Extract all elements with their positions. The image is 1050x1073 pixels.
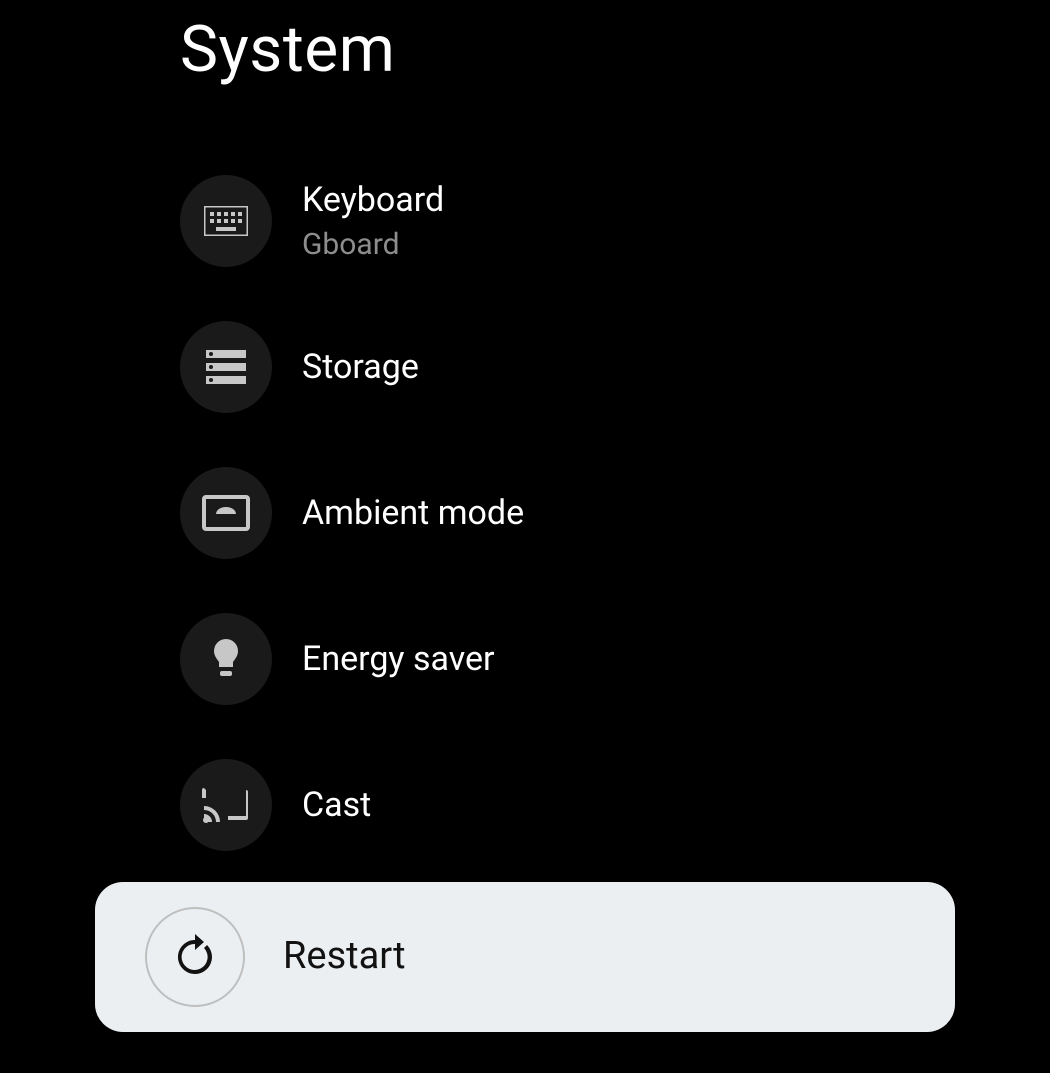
ambient-mode-icon xyxy=(180,467,272,559)
storage-icon xyxy=(180,321,272,413)
menu-item-label: Ambient mode xyxy=(302,493,524,534)
page-title: System xyxy=(180,12,1050,87)
menu-item-keyboard[interactable]: Keyboard Gboard xyxy=(180,175,1050,267)
menu-item-text: Storage xyxy=(302,347,419,388)
menu-list: Keyboard Gboard Storage xyxy=(180,175,1050,851)
keyboard-icon xyxy=(180,175,272,267)
menu-item-label: Energy saver xyxy=(302,639,495,680)
menu-item-text: Ambient mode xyxy=(302,493,524,534)
lightbulb-icon xyxy=(180,613,272,705)
menu-item-sublabel: Gboard xyxy=(302,227,444,262)
menu-item-label: Cast xyxy=(302,785,371,826)
menu-item-label: Keyboard xyxy=(302,180,444,221)
restart-icon xyxy=(145,907,245,1007)
menu-item-ambient-mode[interactable]: Ambient mode xyxy=(180,467,1050,559)
menu-item-label: Restart xyxy=(283,934,406,980)
menu-item-text: Restart xyxy=(283,934,406,980)
menu-item-text: Energy saver xyxy=(302,639,495,680)
cast-icon xyxy=(180,759,272,851)
menu-item-text: Cast xyxy=(302,785,371,826)
menu-item-restart[interactable]: Restart xyxy=(95,882,955,1032)
menu-item-storage[interactable]: Storage xyxy=(180,321,1050,413)
menu-item-energy-saver[interactable]: Energy saver xyxy=(180,613,1050,705)
system-settings-page: System xyxy=(0,0,1050,851)
menu-item-text: Keyboard Gboard xyxy=(302,180,444,262)
menu-item-cast[interactable]: Cast xyxy=(180,759,1050,851)
menu-item-label: Storage xyxy=(302,347,419,388)
